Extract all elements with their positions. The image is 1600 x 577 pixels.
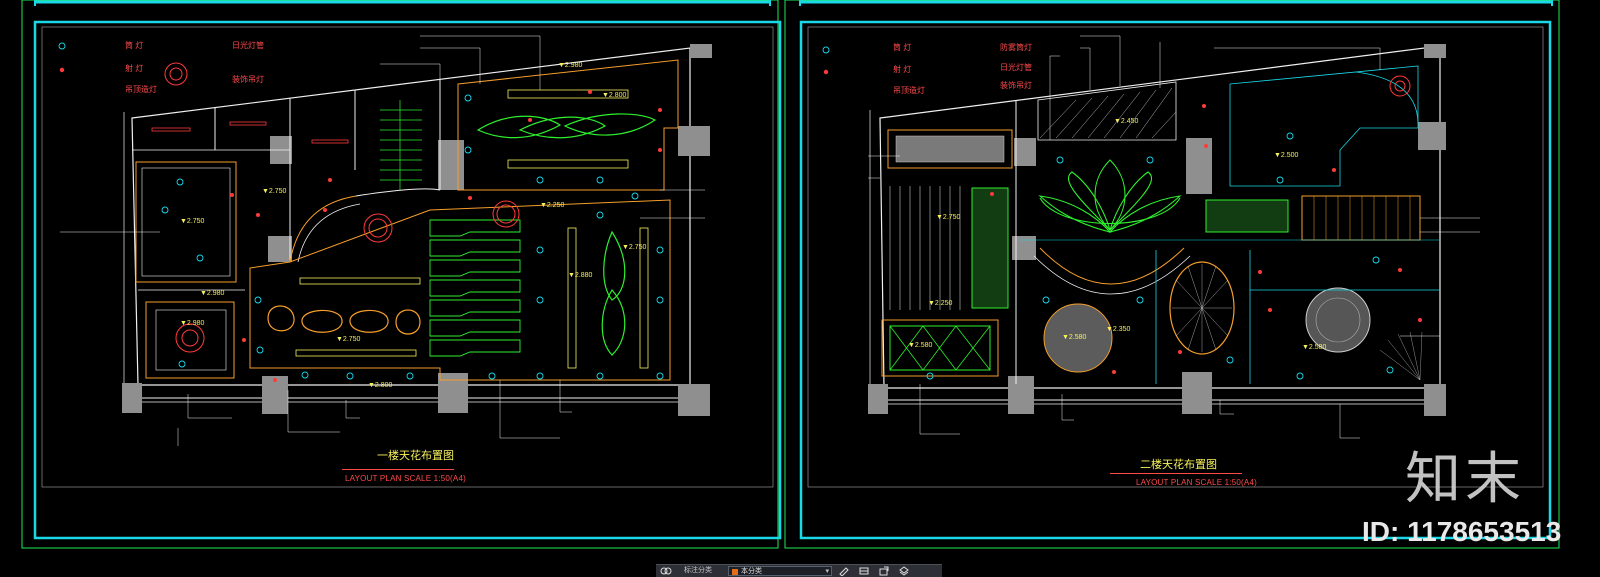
column	[1424, 384, 1446, 416]
ceiling-level-tag: ▼2.580	[1302, 344, 1327, 351]
legend-item: 吊顶造灯	[125, 85, 157, 94]
ceiling-level-tag: ▼2.800	[602, 92, 627, 99]
ceiling-level-tag: ▼2.880	[568, 272, 593, 279]
column	[1186, 138, 1212, 194]
match-layer-icon[interactable]	[858, 566, 870, 576]
legend-item: 装饰吊灯	[232, 75, 264, 84]
legend-item: 日光灯管	[1000, 63, 1032, 72]
first-floor-plan-title: 一楼天花布置图	[377, 450, 454, 462]
ceiling-level-tag: ▼2.750	[180, 218, 205, 225]
ceiling-level-tag: ▼2.750	[936, 214, 961, 221]
layer-dropdown[interactable]: 本分类 ▾	[728, 566, 832, 576]
column	[268, 236, 292, 262]
ceiling-level-tag: ▼2.800	[368, 382, 393, 389]
layer-color-swatch	[732, 569, 738, 575]
ceiling-level-tag: ▼2.750	[336, 336, 361, 343]
second-floor-title-underline	[1110, 473, 1242, 474]
legend-item: 筒 灯	[893, 43, 912, 52]
column	[1182, 372, 1212, 414]
layers-icon[interactable]	[660, 566, 672, 576]
ceiling-level-tag: ▼2.980	[180, 320, 205, 327]
first-floor-title-underline	[342, 469, 454, 470]
ceiling-level-tag: ▼2.350	[1106, 326, 1131, 333]
legend-item: 防雾筒灯	[1000, 43, 1032, 52]
first-floor-plan-caption: LAYOUT PLAN SCALE 1:50(A4)	[345, 474, 466, 483]
column	[678, 126, 710, 156]
column	[438, 373, 468, 413]
ceiling-level-tag: ▼2.500	[1274, 152, 1299, 159]
ceiling-level-tag: ▼2.980	[558, 62, 583, 69]
layer-dropdown-value: 本分类	[741, 568, 762, 575]
column	[122, 383, 142, 413]
column	[438, 140, 464, 190]
column	[868, 384, 888, 414]
legend-item: 吊顶造灯	[893, 86, 925, 95]
column	[1008, 376, 1034, 414]
legend-item: 筒 灯	[125, 41, 144, 50]
ceiling-level-tag: ▼2.980	[200, 290, 225, 297]
ceiling-level-tag: ▼2.250	[928, 300, 953, 307]
second-floor-plan-title: 二楼天花布置图	[1140, 459, 1217, 471]
legend-item: 装饰吊灯	[1000, 81, 1032, 90]
ceiling-level-tag: ▼2.750	[262, 188, 287, 195]
column	[1424, 44, 1446, 58]
column	[1014, 138, 1036, 166]
edit-icon[interactable]	[838, 566, 850, 576]
legend-item: 射 灯	[893, 65, 912, 74]
legend-item: 射 灯	[125, 64, 144, 73]
watermark-id: ID: 1178653513	[1362, 516, 1562, 547]
cad-drawing-canvas[interactable]	[0, 0, 1600, 576]
layer-label: 标注分类	[684, 567, 712, 574]
ceiling-level-tag: ▼2.580	[1062, 334, 1087, 341]
second-floor-plan-caption: LAYOUT PLAN SCALE 1:50(A4)	[1136, 478, 1257, 487]
export-icon[interactable]	[878, 566, 890, 576]
legend-item: 日光灯管	[232, 41, 264, 50]
ceiling-level-tag: ▼2.580	[908, 342, 933, 349]
ceiling-level-tag: ▼2.450	[1114, 118, 1139, 125]
layer-toolbar: 标注分类 本分类 ▾	[656, 564, 942, 577]
ceiling-level-tag: ▼2.750	[622, 244, 647, 251]
ceiling-level-tag: ▼2.250	[540, 202, 565, 209]
second-floor-ceiling-plan[interactable]	[822, 35, 1480, 439]
layer-isolate-icon[interactable]	[898, 566, 910, 576]
column	[1418, 122, 1446, 150]
watermark-logo: 知末	[1405, 447, 1525, 512]
column	[690, 44, 712, 58]
column	[678, 384, 710, 416]
